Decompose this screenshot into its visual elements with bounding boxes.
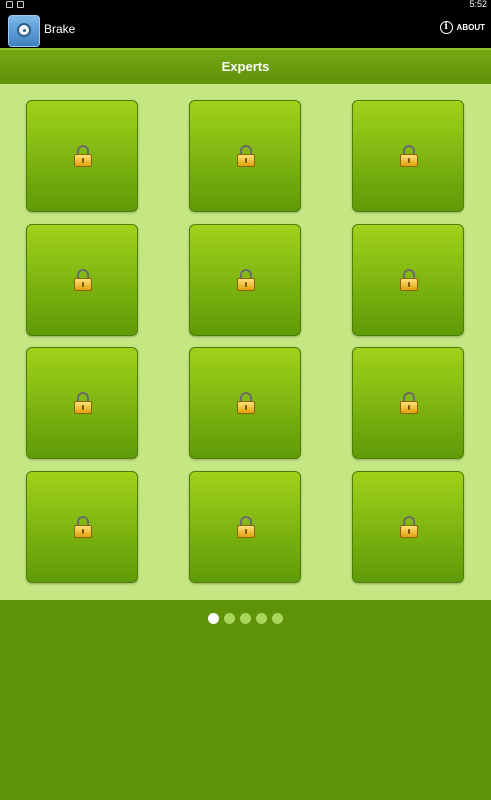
- lock-icon: [74, 269, 92, 291]
- level-tile-12[interactable]: [352, 471, 464, 583]
- lock-icon: [74, 392, 92, 414]
- info-icon: i: [439, 21, 453, 34]
- page-dot-2[interactable]: [224, 613, 235, 624]
- level-tile-4[interactable]: [26, 224, 138, 336]
- level-tile-5[interactable]: [189, 224, 301, 336]
- app-title: Brake: [44, 22, 76, 36]
- status-bar: 5:52: [0, 0, 491, 10]
- page-dot-4[interactable]: [256, 613, 267, 624]
- lock-icon: [400, 269, 418, 291]
- app-icon[interactable]: [8, 15, 40, 47]
- screenshot-icon: [17, 1, 24, 8]
- level-tile-8[interactable]: [189, 347, 301, 459]
- level-tile-10[interactable]: [26, 471, 138, 583]
- about-label: ABOUT: [456, 23, 485, 32]
- lock-icon: [237, 392, 255, 414]
- lock-icon: [400, 392, 418, 414]
- notification-icon: [6, 1, 13, 8]
- page-title: Experts: [221, 59, 270, 74]
- gauge-icon: [17, 23, 31, 37]
- lock-icon: [74, 145, 92, 167]
- status-icons: [6, 1, 24, 8]
- lock-icon: [74, 516, 92, 538]
- lock-icon: [237, 516, 255, 538]
- lock-icon: [237, 145, 255, 167]
- level-tile-2[interactable]: [189, 100, 301, 212]
- lock-icon: [400, 516, 418, 538]
- level-grid: [0, 84, 491, 600]
- level-tile-11[interactable]: [189, 471, 301, 583]
- action-bar: Brake i ABOUT: [0, 10, 491, 48]
- lock-icon: [400, 145, 418, 167]
- level-tile-9[interactable]: [352, 347, 464, 459]
- level-tile-3[interactable]: [352, 100, 464, 212]
- lock-icon: [237, 269, 255, 291]
- level-tile-1[interactable]: [26, 100, 138, 212]
- about-button[interactable]: i ABOUT: [439, 21, 485, 34]
- status-time: 5:52: [469, 0, 487, 9]
- category-header: Experts: [0, 48, 491, 84]
- page-dot-3[interactable]: [240, 613, 251, 624]
- page-dot-5[interactable]: [272, 613, 283, 624]
- page-dot-1[interactable]: [208, 613, 219, 624]
- page-indicator: [0, 613, 491, 627]
- level-tile-6[interactable]: [352, 224, 464, 336]
- level-tile-7[interactable]: [26, 347, 138, 459]
